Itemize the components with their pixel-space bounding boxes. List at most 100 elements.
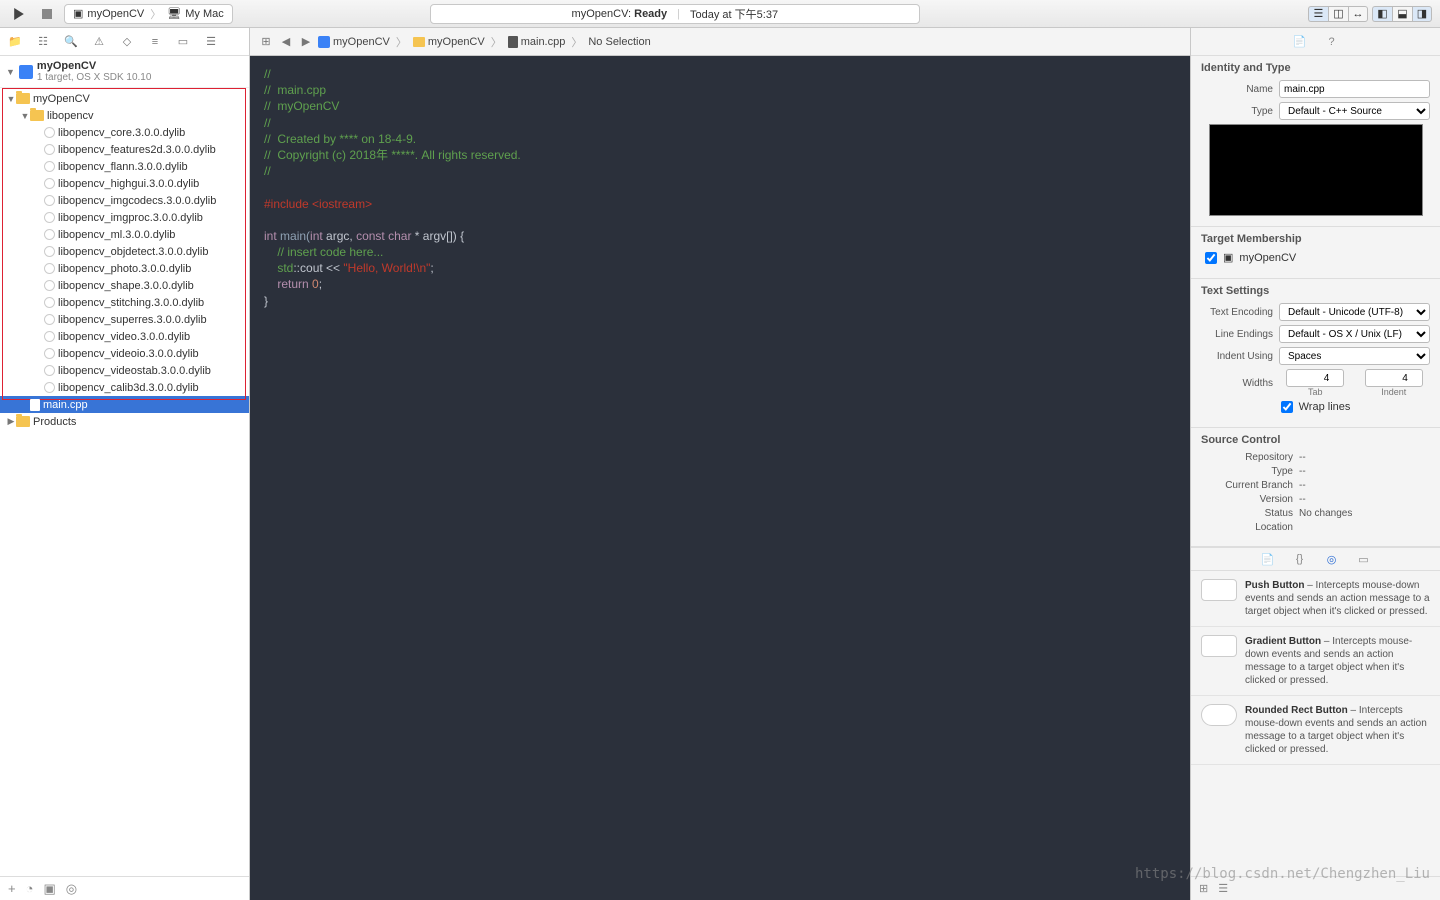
back-icon[interactable]: ◀ [278, 35, 294, 49]
navigator-footer: + ◔ ▣ ◎ [0, 876, 249, 900]
library-preview [1201, 704, 1237, 726]
tree-dylib-14[interactable]: libopencv_videostab.3.0.0.dylib [0, 362, 249, 379]
crumb-project[interactable]: myOpenCV [333, 36, 390, 48]
library-item-1[interactable]: Gradient Button – Intercepts mouse-down … [1191, 627, 1440, 696]
code-editor[interactable]: // // main.cpp // myOpenCV // // Created… [250, 56, 1190, 900]
code-snippet-icon[interactable]: {} [1293, 552, 1307, 566]
identity-title: Identity and Type [1201, 62, 1430, 74]
tree-dylib-7[interactable]: libopencv_objdetect.3.0.0.dylib [0, 243, 249, 260]
watermark: https://blog.csdn.net/Chengzhen_Liu [1135, 866, 1430, 882]
tree-dylib-9[interactable]: libopencv_shape.3.0.0.dylib [0, 277, 249, 294]
tab-sublabel: Tab [1279, 387, 1352, 397]
tree-dylib-0[interactable]: libopencv_core.3.0.0.dylib [0, 124, 249, 141]
panel-left-icon[interactable]: ◧ [1372, 6, 1392, 22]
inspector-tabs: 📄 ? [1191, 28, 1440, 56]
wrap-label: Wrap lines [1299, 401, 1351, 413]
type-select[interactable]: Default - C++ Source [1279, 102, 1430, 120]
widths-label: Widths [1201, 378, 1273, 389]
tree-dylib-2[interactable]: libopencv_flann.3.0.0.dylib [0, 158, 249, 175]
project-title: myOpenCV [37, 60, 152, 72]
run-button[interactable] [8, 5, 30, 23]
report-nav-icon[interactable]: ☰ [204, 35, 218, 49]
debug-nav-icon[interactable]: ≡ [148, 35, 162, 49]
library-preview [1201, 635, 1237, 657]
library-item-2[interactable]: Rounded Rect Button – Intercepts mouse-d… [1191, 696, 1440, 765]
tab-width-field[interactable] [1286, 369, 1344, 387]
forward-icon[interactable]: ▶ [298, 35, 314, 49]
target-name: myOpenCV [1239, 252, 1296, 264]
panel-right-icon[interactable]: ◨ [1412, 6, 1432, 22]
crumb-folder[interactable]: myOpenCV [428, 36, 485, 48]
tree-dylib-15[interactable]: libopencv_calib3d.3.0.0.dylib [0, 379, 249, 396]
project-header[interactable]: ▼ myOpenCV 1 target, OS X SDK 10.10 [0, 56, 249, 88]
device-icon: 🖥 [167, 7, 181, 20]
tree-dylib-3[interactable]: libopencv_highgui.3.0.0.dylib [0, 175, 249, 192]
toolbar-right: ☰ ◫ ↔ ◧ ⬓ ◨ [1308, 6, 1432, 22]
project-nav-icon[interactable]: 📁 [8, 35, 22, 49]
tree-dylib-10[interactable]: libopencv_stitching.3.0.0.dylib [0, 294, 249, 311]
scope-icon[interactable]: ◎ [66, 881, 77, 897]
symbol-nav-icon[interactable]: ☷ [36, 35, 50, 49]
tree-dylib-13[interactable]: libopencv_videoio.3.0.0.dylib [0, 345, 249, 362]
name-field[interactable] [1279, 80, 1430, 98]
encoding-select[interactable]: Default - Unicode (UTF-8) [1279, 303, 1430, 321]
editor-assistant-icon[interactable]: ◫ [1328, 6, 1348, 22]
library-list: Push Button – Intercepts mouse-down even… [1191, 571, 1440, 876]
issue-nav-icon[interactable]: ⚠ [92, 35, 106, 49]
text-settings-section: Text Settings Text EncodingDefault - Uni… [1191, 279, 1440, 428]
target-icon: ▣ [73, 7, 83, 20]
tree-dylib-11[interactable]: libopencv_superres.3.0.0.dylib [0, 311, 249, 328]
top-toolbar: ▣ myOpenCV 〉 🖥 My Mac myOpenCV: Ready | … [0, 0, 1440, 28]
type-label: Type [1201, 106, 1273, 117]
tree-products[interactable]: ▶Products [0, 413, 249, 430]
breakpoint-nav-icon[interactable]: ▭ [176, 35, 190, 49]
tree-dylib-1[interactable]: libopencv_features2d.3.0.0.dylib [0, 141, 249, 158]
file-template-icon[interactable]: 📄 [1261, 552, 1275, 566]
panel-bottom-icon[interactable]: ⬓ [1392, 6, 1412, 22]
tree-folder-root[interactable]: ▼myOpenCV [0, 90, 249, 107]
tree-main-file[interactable]: main.cpp [0, 396, 249, 413]
location-thumbnail [1209, 124, 1423, 216]
stop-button[interactable] [36, 5, 58, 23]
target-title: Target Membership [1201, 233, 1430, 245]
help-inspector-icon[interactable]: ? [1325, 35, 1339, 49]
folder-crumb-icon [413, 37, 425, 47]
target-section: Target Membership ▣ myOpenCV [1191, 227, 1440, 279]
tree-dylib-12[interactable]: libopencv_video.3.0.0.dylib [0, 328, 249, 345]
filter-icon[interactable]: ▣ [43, 881, 55, 897]
jump-bar[interactable]: ⊞ ◀ ▶ myOpenCV 〉 myOpenCV 〉 main.cpp 〉 N… [250, 28, 1190, 56]
editor-version-icon[interactable]: ↔ [1348, 6, 1368, 22]
scheme-selector[interactable]: ▣ myOpenCV 〉 🖥 My Mac [64, 4, 233, 24]
grid-view-icon[interactable]: ⊞ [1199, 882, 1208, 895]
proj-crumb-icon [318, 36, 330, 48]
indent-width-field[interactable] [1365, 369, 1423, 387]
crumb-file[interactable]: main.cpp [521, 36, 566, 48]
file-inspector-icon[interactable]: 📄 [1293, 35, 1307, 49]
related-items-icon[interactable]: ⊞ [258, 35, 274, 49]
editor-standard-icon[interactable]: ☰ [1308, 6, 1328, 22]
endings-select[interactable]: Default - OS X / Unix (LF) [1279, 325, 1430, 343]
find-nav-icon[interactable]: 🔍 [64, 35, 78, 49]
source-control-section: Source Control Repository-- Type-- Curre… [1191, 428, 1440, 547]
tree-dylib-4[interactable]: libopencv_imgcodecs.3.0.0.dylib [0, 192, 249, 209]
clock-icon[interactable]: ◔ [26, 881, 34, 896]
tree-folder-lib[interactable]: ▼libopencv [0, 107, 249, 124]
file-crumb-icon [508, 36, 518, 48]
media-library-icon[interactable]: ▭ [1357, 552, 1371, 566]
target-checkbox[interactable] [1205, 252, 1217, 264]
tree-dylib-6[interactable]: libopencv_ml.3.0.0.dylib [0, 226, 249, 243]
test-nav-icon[interactable]: ◇ [120, 35, 134, 49]
encoding-label: Text Encoding [1201, 307, 1273, 318]
library-item-0[interactable]: Push Button – Intercepts mouse-down even… [1191, 571, 1440, 627]
object-library-icon[interactable]: ◎ [1325, 552, 1339, 566]
tree-dylib-8[interactable]: libopencv_photo.3.0.0.dylib [0, 260, 249, 277]
list-view-icon[interactable]: ☰ [1218, 882, 1228, 895]
navigator-panel: 📁 ☷ 🔍 ⚠ ◇ ≡ ▭ ☰ ▼ myOpenCV 1 target, OS … [0, 28, 250, 900]
tree-dylib-5[interactable]: libopencv_imgproc.3.0.0.dylib [0, 209, 249, 226]
indent-select[interactable]: Spaces [1279, 347, 1430, 365]
name-label: Name [1201, 84, 1273, 95]
crumb-selection[interactable]: No Selection [588, 36, 650, 48]
wrap-checkbox[interactable] [1281, 401, 1293, 413]
inspector-panel: 📄 ? Identity and Type Name Type Default -… [1190, 28, 1440, 900]
add-icon[interactable]: + [8, 881, 16, 896]
